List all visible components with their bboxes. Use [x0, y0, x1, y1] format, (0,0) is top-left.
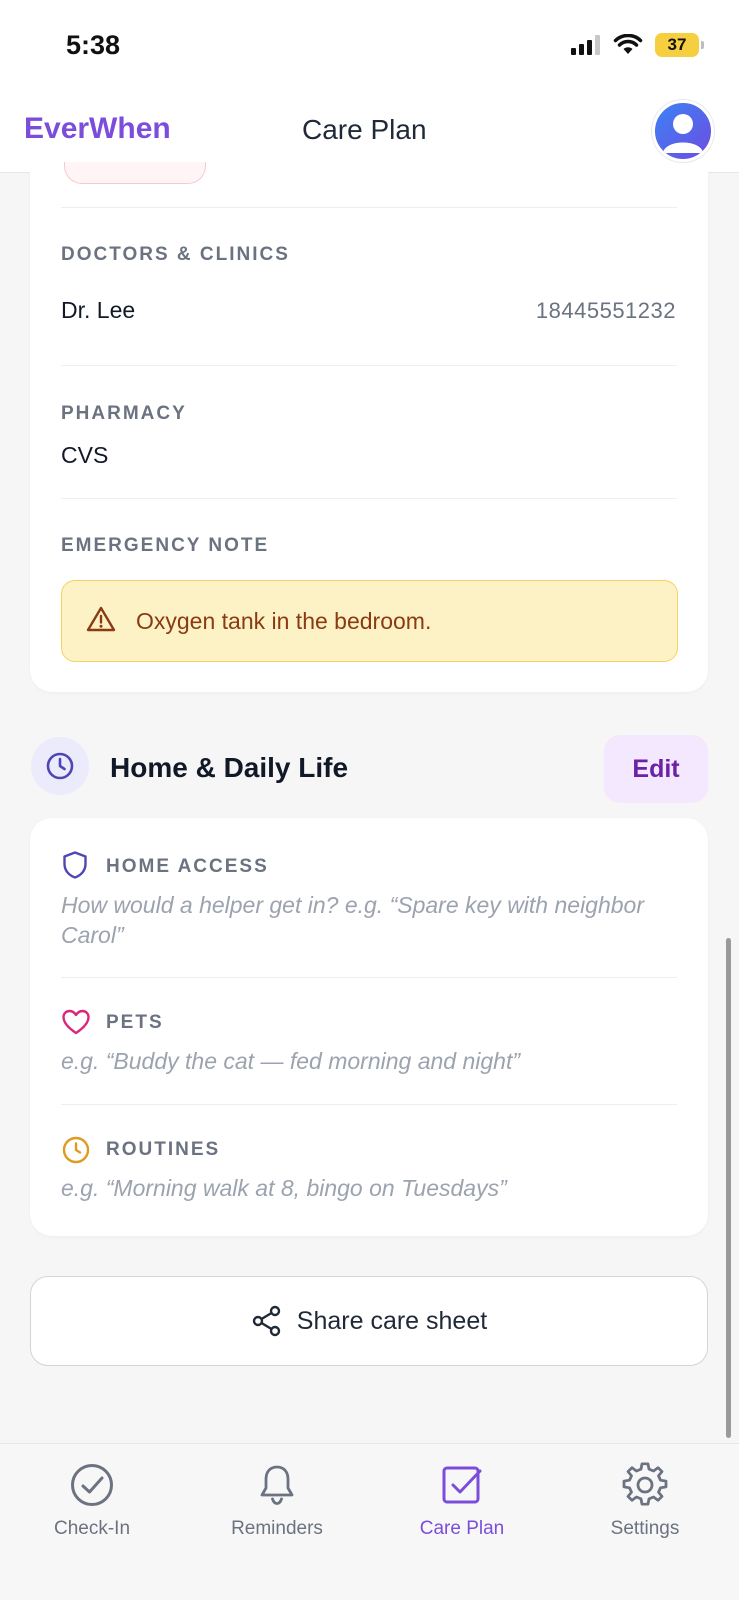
pharmacy-label: PHARMACY	[61, 403, 187, 424]
bottom-nav: Check-In Reminders Care Plan Settings	[0, 1443, 739, 1600]
divider	[61, 1104, 677, 1105]
scrollbar[interactable]	[726, 938, 731, 1438]
bell-icon	[260, 1465, 294, 1505]
battery-indicator: 37	[655, 33, 704, 57]
avatar[interactable]	[652, 100, 714, 162]
pets-placeholder: e.g. “Buddy the cat — fed morning and ni…	[61, 1048, 520, 1074]
divider	[61, 207, 677, 208]
shield-icon	[63, 851, 87, 879]
nav-reminders-label: Reminders	[231, 1518, 323, 1539]
emergency-note-text: Oxygen tank in the bedroom.	[136, 608, 432, 634]
divider	[61, 977, 677, 978]
nav-reminders[interactable]: Reminders	[202, 1462, 352, 1540]
brand-logo-text: EverWhen	[24, 112, 171, 145]
user-icon	[663, 114, 703, 153]
nav-care-plan[interactable]: Care Plan	[387, 1462, 537, 1540]
section-title: Home & Daily Life	[110, 752, 349, 783]
routines-label: ROUTINES	[106, 1139, 221, 1160]
pharmacy-name: CVS	[61, 442, 109, 468]
nav-care-plan-label: Care Plan	[419, 1518, 505, 1539]
routines-placeholder: e.g. “Morning walk at 8, bingo on Tuesda…	[61, 1175, 507, 1201]
edit-button[interactable]: Edit	[604, 735, 708, 803]
warning-icon	[86, 606, 116, 632]
clock-icon	[46, 752, 74, 780]
doctor-phone[interactable]: 18445551232	[536, 298, 676, 324]
doctor-name: Dr. Lee	[61, 297, 136, 323]
cellular-signal-icon	[571, 35, 600, 55]
share-care-sheet-button[interactable]: Share care sheet	[30, 1276, 708, 1366]
emergency-note-box: Oxygen tank in the bedroom.	[61, 580, 678, 662]
nav-settings[interactable]: Settings	[570, 1462, 720, 1540]
check-circle-icon	[71, 1464, 113, 1506]
nav-check-in-label: Check-In	[53, 1518, 131, 1539]
divider	[61, 498, 677, 499]
status-bar: 5:38 37	[0, 0, 739, 95]
wifi-icon	[613, 34, 643, 54]
status-time: 5:38	[66, 30, 121, 60]
doctors-label: DOCTORS & CLINICS	[61, 244, 290, 265]
share-button-label: Share care sheet	[296, 1306, 488, 1335]
page-title: Care Plan	[302, 114, 427, 145]
nav-check-in[interactable]: Check-In	[17, 1462, 167, 1540]
share-icon	[252, 1305, 280, 1337]
care-details-card: DOCTORS & CLINICS Dr. Lee 18445551232 PH…	[30, 162, 708, 692]
home-access-label: HOME ACCESS	[106, 856, 269, 877]
home-access-placeholder: How would a helper get in? e.g. “Spare k…	[61, 892, 645, 948]
clock-icon	[62, 1136, 90, 1164]
checkbox-icon	[442, 1466, 482, 1504]
section-clock-badge	[31, 737, 89, 795]
emergency-note-label: EMERGENCY NOTE	[61, 535, 270, 556]
home-daily-life-card: HOME ACCESS How would a helper get in? e…	[30, 818, 708, 1236]
divider	[61, 365, 677, 366]
status-icons: 37	[571, 33, 704, 57]
status-pill	[64, 162, 206, 184]
gear-icon	[622, 1462, 668, 1506]
heart-icon	[62, 1009, 90, 1035]
pets-label: PETS	[106, 1012, 164, 1033]
nav-settings-label: Settings	[610, 1518, 680, 1539]
